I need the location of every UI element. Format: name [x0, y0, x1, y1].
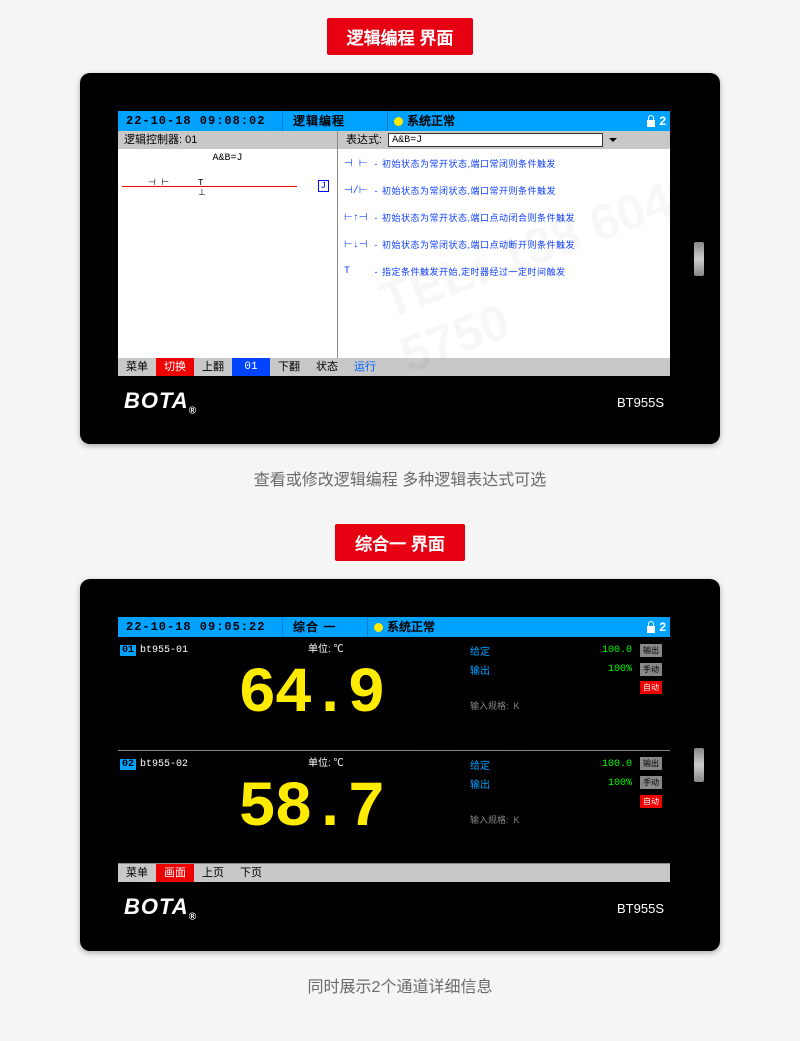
brand-logo: BOTA® [124, 388, 197, 416]
page-num[interactable]: 01 [232, 358, 270, 376]
legend-row: ⊣/⊢-初始状态为常闭状态,端口常开则条件触发 [344, 184, 664, 197]
out-value: 100% [538, 660, 636, 679]
model-label: BT955S [617, 901, 664, 916]
out-label: 输出 [466, 774, 538, 793]
auto-button[interactable]: 自动 [640, 681, 662, 694]
screen-2: 22-10-18 09:05:22 综合 一 系统正常 2 01 bt955-01… [118, 617, 670, 882]
channel-value: 58.7 [238, 773, 384, 845]
next-button[interactable]: 下页 [232, 864, 270, 882]
set-value: 100.0 [538, 755, 636, 774]
model-label: BT955S [617, 395, 664, 410]
out-value: 100% [538, 774, 636, 793]
channel-name: bt955-01 [140, 645, 188, 656]
controller-label: 逻辑控制器: 01 [118, 131, 338, 149]
datetime: 22-10-18 09:08:02 [118, 111, 283, 131]
up-button[interactable]: 上翻 [194, 358, 232, 376]
header-bar-2: 22-10-18 09:05:22 综合 一 系统正常 2 [118, 617, 670, 637]
lock-icon: 2 [642, 111, 670, 131]
bottom-bar-1: 菜单 切换 上翻 01 下翻 状态 运行 [118, 358, 670, 376]
brand-logo: BOTA® [124, 894, 197, 922]
expr-label: 表达式: [346, 131, 382, 149]
legend-panel: ⊣ ⊢-初始状态为常开状态,端口常闭则条件触发 ⊣/⊢-初始状态为常闭状态,端口… [338, 149, 670, 358]
legend-icon: ⊣/⊢ [344, 185, 370, 197]
status-indicator: 系统正常 [368, 617, 642, 637]
legend-icon: ⊢↑⊣ [344, 212, 370, 224]
channel-id: 01 [120, 645, 136, 656]
channel-value: 64.9 [238, 659, 384, 731]
dropdown-icon[interactable] [609, 138, 617, 146]
datetime: 22-10-18 09:05:22 [118, 617, 283, 637]
device-side-slot [694, 748, 704, 782]
prev-button[interactable]: 上页 [194, 864, 232, 882]
section2-badge: 综合一 界面 [335, 524, 465, 561]
lock-icon: 2 [642, 617, 670, 637]
status-dot-icon [394, 117, 403, 126]
channel-id: 02 [120, 759, 136, 770]
menu-button[interactable]: 菜单 [118, 864, 156, 882]
out-label: 输出 [466, 660, 538, 679]
set-label: 给定 [466, 641, 538, 660]
expr-input[interactable] [388, 133, 603, 147]
legend-row: ⊢↑⊣-初始状态为常开状态,端口点动闭合则条件触发 [344, 211, 664, 224]
subheader-1: 逻辑控制器: 01 表达式: [118, 131, 670, 149]
status-indicator: 系统正常 [388, 111, 642, 131]
legend-row: ⊣ ⊢-初始状态为常开状态,端口常闭则条件触发 [344, 157, 664, 170]
legend-icon: ⊢↓⊣ [344, 239, 370, 251]
device-frame-1: 22-10-18 09:08:02 逻辑编程 系统正常 2 逻辑控制器: 01 … [80, 73, 720, 444]
menu-button[interactable]: 菜单 [118, 358, 156, 376]
down-button[interactable]: 下翻 [270, 358, 308, 376]
ladder-diagram: ⊣ ⊢ T⊥ J [118, 174, 337, 200]
auto-button[interactable]: 自动 [640, 795, 662, 808]
ladder-output: J [318, 180, 329, 192]
output-button[interactable]: 输出 [640, 757, 662, 770]
channel-name: bt955-02 [140, 759, 188, 770]
legend-icon: ⊣ ⊢ [344, 158, 370, 170]
legend-row: T-指定条件触发开始,定时器经过一定时间触发 [344, 265, 664, 278]
legend-row: ⊢↓⊣-初始状态为常闭状态,端口点动断开则条件触发 [344, 238, 664, 251]
device-frame-2: 22-10-18 09:05:22 综合 一 系统正常 2 01 bt955-01… [80, 579, 720, 950]
header-bar-1: 22-10-18 09:08:02 逻辑编程 系统正常 2 [118, 111, 670, 131]
ladder-formula: A&B=J [118, 149, 337, 168]
channel-1: 01bt955-01 单位: ℃ 64.9 给定100.0输出 输出100%手动… [118, 637, 670, 751]
screen-title: 综合 一 [283, 617, 368, 637]
caption-1: 查看或修改逻辑编程 多种逻辑表达式可选 [0, 466, 800, 490]
device-side-slot [694, 242, 704, 276]
bottom-bar-2: 菜单 画面 上页 下页 [118, 864, 670, 882]
output-button[interactable]: 输出 [640, 644, 662, 657]
manual-button[interactable]: 手动 [640, 663, 662, 676]
status-text: 系统正常 [387, 617, 435, 637]
legend-icon: T [344, 266, 370, 277]
manual-button[interactable]: 手动 [640, 776, 662, 789]
caption-2: 同时展示2个通道详细信息 [0, 973, 800, 997]
status-text: 系统正常 [407, 111, 455, 131]
set-value: 100.0 [538, 641, 636, 660]
screen-title: 逻辑编程 [283, 111, 388, 131]
ladder-panel: A&B=J ⊣ ⊢ T⊥ J [118, 149, 338, 358]
channel-2: 02bt955-02 单位: ℃ 58.7 给定100.0输出 输出100%手动… [118, 751, 670, 865]
section1-badge: 逻辑编程 界面 [327, 18, 474, 55]
state-button[interactable]: 状态 [308, 358, 346, 376]
switch-button[interactable]: 切换 [156, 358, 194, 376]
status-dot-icon [374, 623, 383, 632]
run-button[interactable]: 运行 [346, 358, 384, 376]
set-label: 给定 [466, 755, 538, 774]
screen-button[interactable]: 画面 [156, 864, 194, 882]
screen-1: 22-10-18 09:08:02 逻辑编程 系统正常 2 逻辑控制器: 01 … [118, 111, 670, 376]
